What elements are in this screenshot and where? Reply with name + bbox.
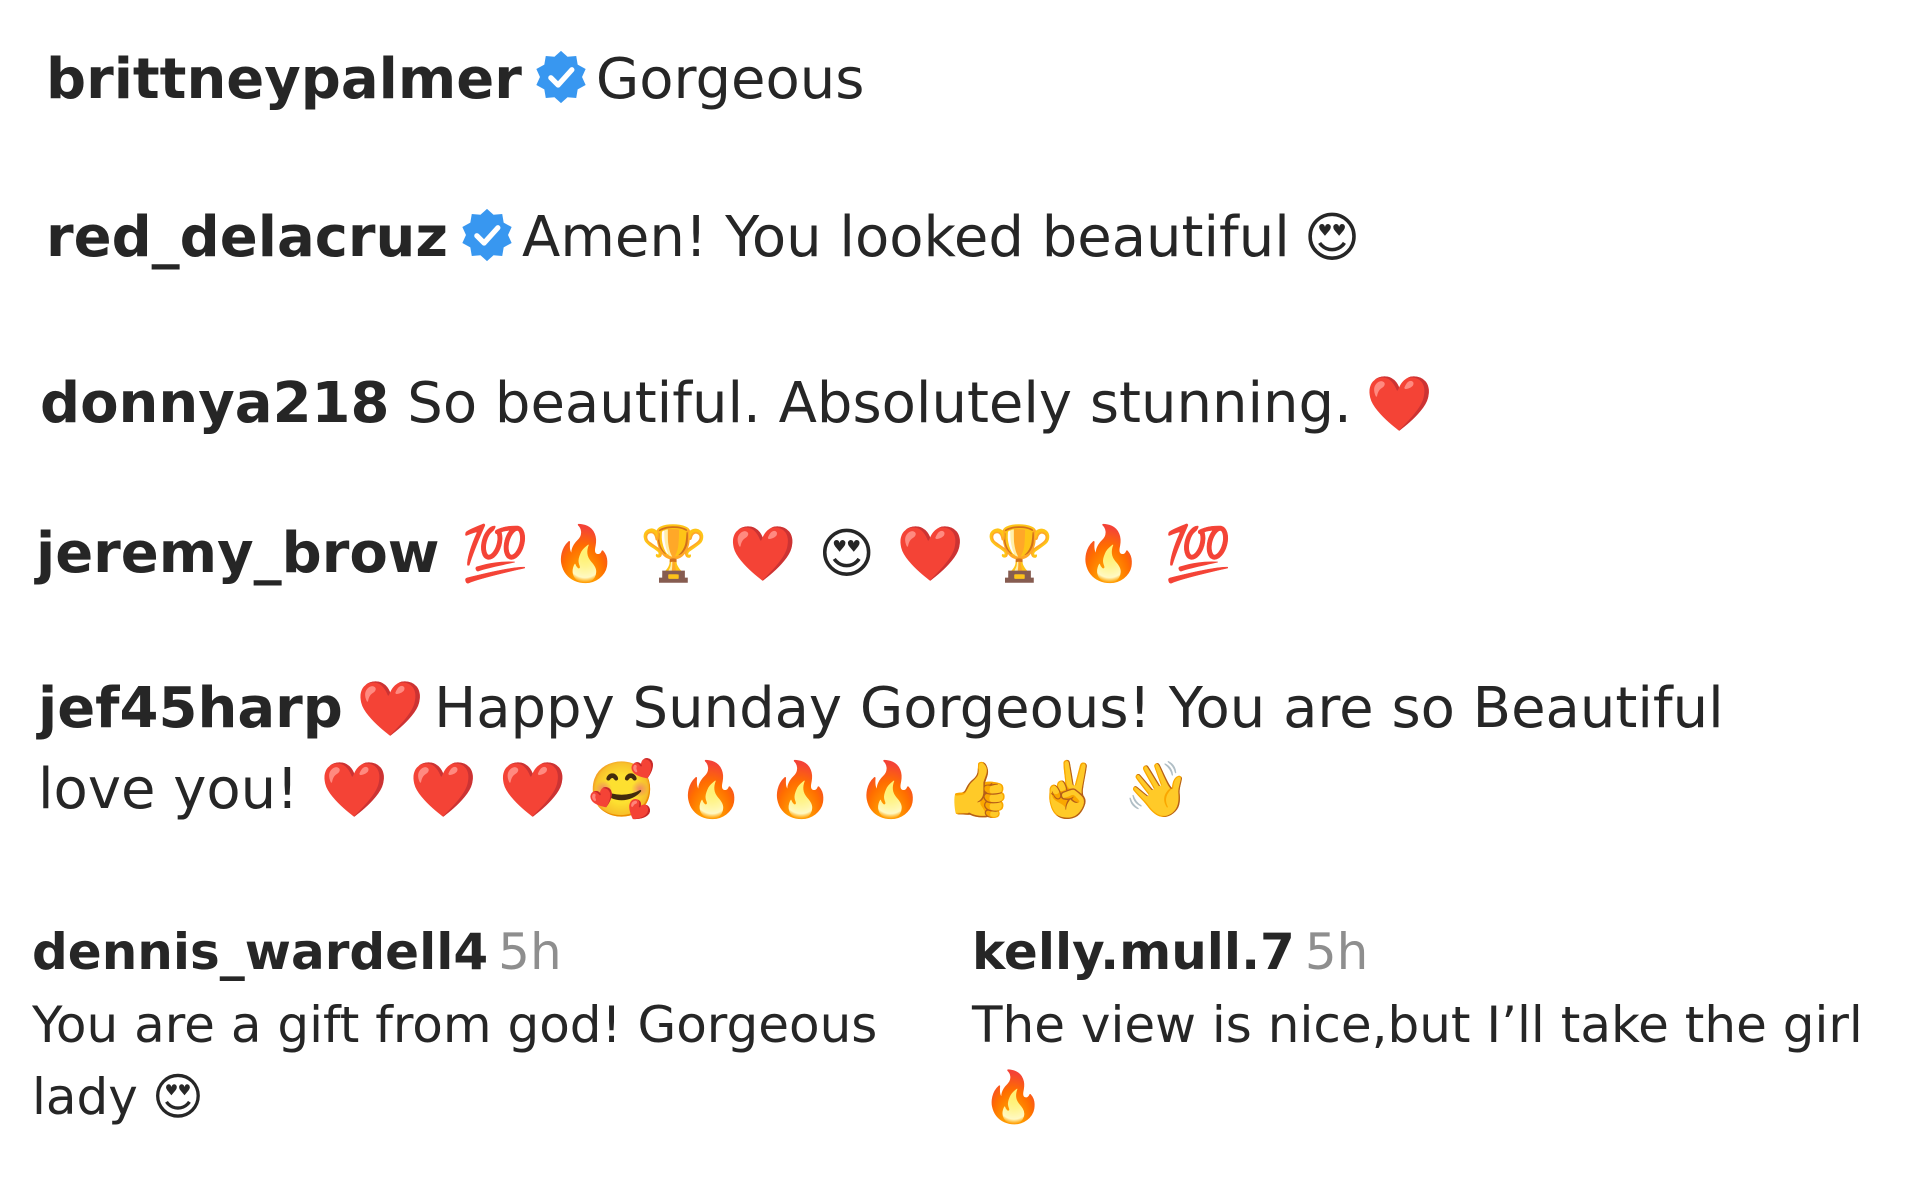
- red-heart-emoji-icon: ❤️: [729, 522, 797, 585]
- comment-timestamp[interactable]: 5h: [498, 923, 562, 981]
- comment-dennis-wardell4: dennis_wardell4 5h You are a gift from go…: [32, 916, 932, 1134]
- comment-red-delacruz: red_delacruz Amen! You looked beautiful 😍: [46, 205, 1361, 270]
- red-heart-emoji-icon: ❤️: [356, 677, 425, 740]
- fire-emoji-icon: 🔥: [677, 758, 745, 822]
- comment-kelly-mull-7: kelly.mull.7 5h The view is nice,but I’ll…: [972, 916, 1872, 1134]
- comment-text: Amen! You looked beautiful: [522, 205, 1290, 270]
- comment-jef45harp: jef45harp ❤️ Happy Sunday Gorgeous! You ar…: [38, 668, 1798, 830]
- victory-hand-emoji-icon: ✌️: [1034, 758, 1102, 822]
- comment-line-1: jef45harp ❤️ Happy Sunday Gorgeous! You ar…: [38, 668, 1798, 749]
- red-heart-emoji-icon: ❤️: [896, 522, 965, 585]
- fire-emoji-icon: 🔥: [856, 758, 924, 822]
- fire-emoji-icon: 🔥: [550, 522, 619, 585]
- comment-brittneypalmer: brittneypalmer Gorgeous: [46, 47, 865, 112]
- comment-text-line-1: Happy Sunday Gorgeous! You are so Beauti…: [434, 676, 1724, 741]
- hundred-emoji-icon: 💯: [1164, 522, 1232, 585]
- fire-emoji-icon: 🔥: [982, 1068, 1045, 1126]
- red-heart-emoji-icon: ❤️: [499, 758, 567, 822]
- comment-username[interactable]: dennis_wardell4: [32, 923, 488, 981]
- heart-eyes-emoji-icon: 😍: [818, 522, 875, 585]
- fire-emoji-icon: 🔥: [766, 758, 835, 822]
- comment-text-line-1: The view is nice,but I’ll take the girl: [972, 995, 1863, 1054]
- comment-text-line-1: You are a gift from god! Gorgeous: [32, 995, 878, 1054]
- comment-timestamp[interactable]: 5h: [1305, 923, 1369, 981]
- verified-badge-icon: [458, 206, 516, 264]
- comment-username[interactable]: jeremy_brow: [36, 521, 440, 586]
- comment-text: Gorgeous: [595, 47, 865, 112]
- comment-line-2: 🔥: [972, 1061, 1872, 1134]
- comment-header: dennis_wardell4 5h: [32, 916, 932, 989]
- comment-username[interactable]: jef45harp: [38, 676, 343, 741]
- red-heart-emoji-icon: ❤️: [1365, 372, 1434, 435]
- heart-eyes-emoji-icon: 😍: [1303, 206, 1361, 269]
- comment-header: kelly.mull.7 5h: [972, 916, 1872, 989]
- comment-username[interactable]: donnya218: [40, 371, 389, 436]
- verified-badge-icon: [532, 48, 590, 106]
- comment-username[interactable]: red_delacruz: [46, 205, 448, 270]
- comment-username[interactable]: brittneypalmer: [46, 47, 522, 112]
- comment-jeremy-brow: jeremy_brow 💯 🔥 🏆 ❤️ 😍 ❤️ 🏆 🔥 💯: [36, 521, 1232, 586]
- thumbs-up-emoji-icon: 👍: [945, 758, 1013, 822]
- red-heart-emoji-icon: ❤️: [409, 758, 478, 822]
- trophy-emoji-icon: 🏆: [986, 522, 1054, 585]
- comment-line-2: love you! ❤️ ❤️ ❤️ 🥰 🔥 🔥 🔥 👍 ✌️ 👋: [38, 749, 1798, 830]
- red-heart-emoji-icon: ❤️: [320, 758, 388, 822]
- smiling-face-with-hearts-emoji-icon: 🥰: [588, 758, 656, 822]
- comment-text-line-2: love you!: [38, 757, 299, 823]
- comment-line-2: lady 😍: [32, 1061, 932, 1134]
- comment-text-line-2: lady: [32, 1068, 138, 1126]
- fire-emoji-icon: 🔥: [1075, 522, 1143, 585]
- comment-donnya218: donnya218 So beautiful. Absolutely stunn…: [40, 371, 1434, 436]
- comment-username[interactable]: kelly.mull.7: [972, 923, 1295, 981]
- heart-eyes-emoji-icon: 😍: [151, 1068, 204, 1126]
- trophy-emoji-icon: 🏆: [640, 522, 708, 585]
- waving-hand-emoji-icon: 👋: [1123, 758, 1192, 822]
- comment-text: So beautiful. Absolutely stunning.: [407, 371, 1352, 436]
- hundred-emoji-icon: 💯: [461, 522, 529, 585]
